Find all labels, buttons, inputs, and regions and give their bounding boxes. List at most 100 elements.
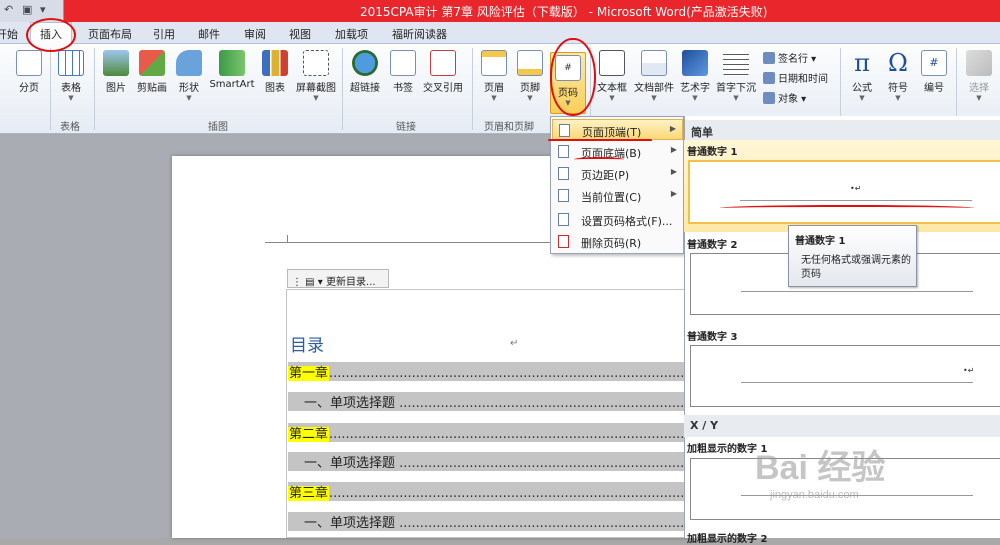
annotation-circle-page-number xyxy=(550,38,596,116)
title-bar: ↶ ▣ ▾ 2015CPA审计 第7章 风险评估（下载版） - Microsof… xyxy=(0,0,1000,22)
group-separator xyxy=(472,48,473,130)
symbol-button[interactable]: Ω 符号 ▼ xyxy=(882,48,914,102)
toc-entry[interactable]: 第一章.....................................… xyxy=(288,362,684,381)
chevron-down-icon: ▼ xyxy=(859,94,865,102)
header-button[interactable]: 页眉 ▼ xyxy=(478,48,510,102)
picture-button[interactable]: 图片 xyxy=(100,48,132,94)
page-bottom-icon xyxy=(558,145,569,158)
menu-item-remove-page-numbers[interactable]: 删除页码(R) xyxy=(552,231,683,252)
toc-entry[interactable]: 第二章.....................................… xyxy=(288,423,684,442)
toc-toolbar[interactable]: ⋮ ▤ ▾ 更新目录... xyxy=(287,269,389,288)
menu-item-format-page-numbers[interactable]: 设置页码格式(F)... xyxy=(552,209,683,230)
chart-button[interactable]: 图表 xyxy=(260,48,290,94)
tab-view[interactable]: 视图 xyxy=(289,26,311,42)
save-icon[interactable]: ▣ xyxy=(22,3,32,16)
dropcap-button[interactable]: 首字下沉 ▼ xyxy=(714,48,758,102)
textbox-icon xyxy=(599,50,625,76)
paragraph-mark: ↵ xyxy=(510,338,519,349)
group-label-illustrations: 插图 xyxy=(208,122,228,133)
select-button[interactable]: 选择 ▼ xyxy=(962,48,996,102)
chevron-down-icon: ▼ xyxy=(527,94,533,102)
picture-icon xyxy=(103,50,129,76)
gallery-item-label: 普通数字 2 xyxy=(687,240,738,251)
page-margin-icon xyxy=(558,167,569,180)
group-separator xyxy=(94,48,95,130)
number-button[interactable]: # 编号 xyxy=(918,48,950,94)
date-time-button[interactable]: 日期和时间 xyxy=(763,70,828,85)
cross-reference-button[interactable]: 交叉引用 xyxy=(420,48,466,94)
toc-entry[interactable]: 一、单项选择题 ................................… xyxy=(288,452,684,471)
textbox-button[interactable]: 文本框 ▼ xyxy=(594,48,630,102)
tab-foxit-reader[interactable]: 福昕阅读器 xyxy=(392,26,447,42)
chevron-down-icon[interactable]: ▾ xyxy=(40,3,46,16)
chevron-right-icon: ▶ xyxy=(670,167,677,176)
gallery-section-simple: 简单 xyxy=(685,120,1000,142)
baidu-watermark: Bai 经验 xyxy=(755,449,886,487)
footer-button[interactable]: 页脚 ▼ xyxy=(514,48,546,102)
gallery-item-plain-number-3[interactable]: •↵ xyxy=(690,345,1000,407)
annotation-circle-insert-tab xyxy=(26,18,76,52)
chevron-down-icon: ▼ xyxy=(313,94,319,102)
clipart-icon xyxy=(139,50,165,76)
page-top-icon xyxy=(559,124,570,137)
tab-page-layout[interactable]: 页面布局 xyxy=(88,26,132,42)
update-toc-button[interactable]: 更新目录... xyxy=(326,277,376,288)
toc-entry[interactable]: 一、单项选择题 ................................… xyxy=(288,392,684,411)
tab-mailings[interactable]: 邮件 xyxy=(198,26,220,42)
quick-parts-icon xyxy=(641,50,667,76)
shapes-icon xyxy=(176,50,202,76)
chevron-down-icon: ▼ xyxy=(68,94,74,102)
wordart-button[interactable]: 艺术字 ▼ xyxy=(678,48,712,102)
delete-icon xyxy=(558,235,569,248)
ribbon-tabs: 开始 插入 页面布局 引用 邮件 审阅 视图 加载项 福昕阅读器 xyxy=(0,22,1000,45)
smartart-button[interactable]: SmartArt xyxy=(208,48,256,90)
cross-reference-icon xyxy=(430,50,456,76)
tooltip-title: 普通数字 1 xyxy=(795,236,846,247)
table-button[interactable]: 表格 ▼ xyxy=(54,48,88,102)
gallery-preview: •↵ xyxy=(688,160,1000,224)
page-break-button[interactable]: 分页 xyxy=(12,48,46,94)
gallery-item-label: 普通数字 1 xyxy=(687,147,738,158)
chevron-down-icon: ▼ xyxy=(186,94,192,102)
baidu-watermark-url: jingyan.baidu.com xyxy=(770,489,859,501)
chart-icon xyxy=(262,50,288,76)
wordart-icon xyxy=(682,50,708,76)
clipart-button[interactable]: 剪贴画 xyxy=(134,48,170,94)
annotation-underline-gallery-preview xyxy=(720,205,974,211)
shapes-button[interactable]: 形状 ▼ xyxy=(174,48,204,102)
undo-icon[interactable]: ↶ xyxy=(4,3,13,16)
bookmark-icon xyxy=(390,50,416,76)
chevron-down-icon: ▼ xyxy=(491,94,497,102)
table-icon xyxy=(58,50,84,76)
object-button[interactable]: 对象 ▾ xyxy=(763,90,806,105)
quick-parts-button[interactable]: 文档部件 ▼ xyxy=(632,48,676,102)
smartart-icon xyxy=(219,50,245,76)
chevron-right-icon: ▶ xyxy=(669,124,676,133)
menu-item-current-position[interactable]: 当前位置(C) ▶ xyxy=(552,185,683,206)
object-icon xyxy=(763,92,775,104)
toc-entry[interactable]: 一、单项选择题 ................................… xyxy=(288,512,684,531)
dropcap-icon xyxy=(723,50,749,76)
globe-icon xyxy=(352,50,378,76)
toc-entry[interactable]: 第三章.....................................… xyxy=(288,482,684,501)
chevron-down-icon: ▼ xyxy=(976,94,982,102)
chevron-down-icon: ▼ xyxy=(733,94,739,102)
menu-item-page-margins[interactable]: 页边距(P) ▶ xyxy=(552,163,683,184)
screenshot-button[interactable]: 屏幕截图 ▼ xyxy=(294,48,338,102)
tab-review[interactable]: 审阅 xyxy=(244,26,266,42)
chevron-down-icon: ▼ xyxy=(692,94,698,102)
footer-icon xyxy=(517,50,543,76)
group-label-table: 表格 xyxy=(60,122,80,133)
tab-references[interactable]: 引用 xyxy=(153,26,175,42)
equation-button[interactable]: π 公式 ▼ xyxy=(846,48,878,102)
menu-item-top-of-page[interactable]: 页面顶端(T) ▶ xyxy=(552,119,683,140)
hyperlink-button[interactable]: 超链接 xyxy=(346,48,384,94)
toc-menu-icon[interactable]: ⋮ ▤ ▾ xyxy=(292,277,326,288)
tab-addins[interactable]: 加载项 xyxy=(335,26,368,42)
tooltip-description: 无任何格式或强调元素的页码 xyxy=(801,255,911,280)
cursor-icon xyxy=(966,50,992,76)
screenshot-icon xyxy=(303,50,329,76)
tab-home[interactable]: 开始 xyxy=(0,26,18,42)
signature-line-button[interactable]: 签名行 ▾ xyxy=(763,50,816,65)
bookmark-button[interactable]: 书签 xyxy=(388,48,418,94)
